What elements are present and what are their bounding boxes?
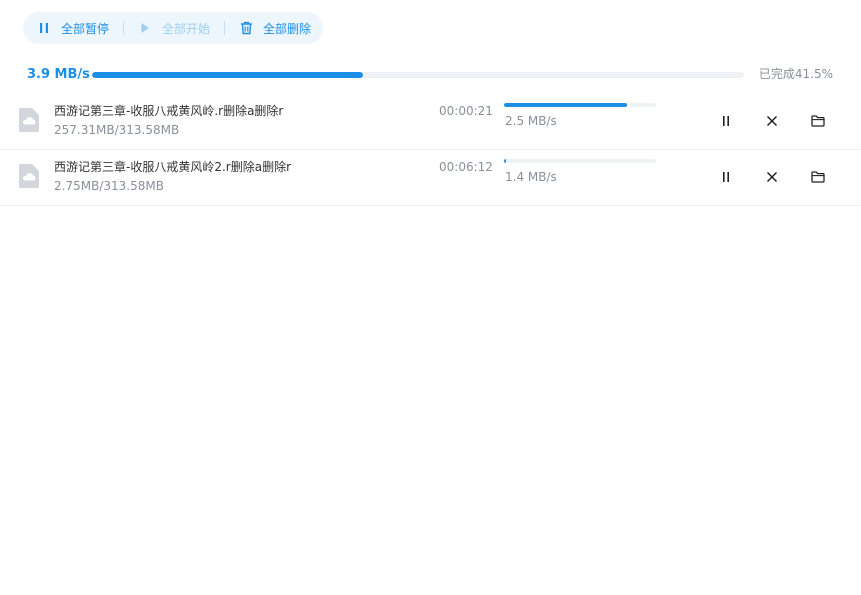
folder-icon	[811, 115, 825, 127]
delete-all-button[interactable]: 全部删除	[239, 20, 311, 37]
overall-progress-track	[92, 72, 744, 78]
task-progress-fill	[504, 103, 628, 107]
task-open-folder-button[interactable]	[810, 169, 826, 185]
pause-all-button[interactable]: 全部暂停	[37, 20, 109, 37]
task-time-left: 00:00:21	[439, 104, 493, 118]
start-all-label: 全部开始	[162, 21, 211, 36]
task-file-size: 2.75MB/313.58MB	[54, 179, 164, 193]
pause-all-label: 全部暂停	[61, 21, 110, 36]
task-cancel-button[interactable]	[764, 113, 780, 129]
pause-icon	[37, 21, 51, 35]
folder-icon	[811, 171, 825, 183]
task-row: 西游记第三章-收服八戒黄风岭.r删除a删除r 257.31MB/313.58MB…	[0, 94, 861, 150]
batch-toolbar: 全部暂停 全部开始 全部删除	[23, 12, 324, 44]
delete-all-label: 全部删除	[263, 21, 312, 36]
close-icon	[766, 115, 778, 127]
task-time-left: 00:06:12	[439, 160, 493, 174]
task-progress-fill	[504, 159, 506, 163]
pause-icon	[723, 172, 729, 182]
task-open-folder-button[interactable]	[810, 113, 826, 129]
trash-icon	[239, 21, 253, 35]
task-file-name: 西游记第三章-收服八戒黄风岭.r删除a删除r	[54, 104, 284, 118]
overall-progress-fill	[92, 72, 363, 78]
task-progress-track	[504, 159, 656, 163]
toolbar-divider	[224, 21, 226, 35]
task-progress-track	[504, 103, 656, 107]
task-pause-button[interactable]	[718, 113, 734, 129]
overall-speed: 3.9 MB/s	[27, 67, 90, 82]
task-cancel-button[interactable]	[764, 169, 780, 185]
task-file-size: 257.31MB/313.58MB	[54, 123, 180, 137]
start-all-button[interactable]: 全部开始	[138, 20, 210, 37]
task-speed: 2.5 MB/s	[505, 114, 557, 128]
overall-status-text: 已完成41.5%	[758, 67, 833, 81]
toolbar-divider	[123, 21, 125, 35]
cloud-file-icon	[19, 108, 39, 132]
download-manager: 全部暂停 全部开始 全部删除 3.9 MB/s 已完成41.5% 西游记第三章-…	[0, 0, 861, 595]
task-file-name: 西游记第三章-收服八戒黄风岭2.r删除a删除r	[54, 160, 292, 174]
task-row: 西游记第三章-收服八戒黄风岭2.r删除a删除r 2.75MB/313.58MB …	[0, 150, 861, 206]
pause-icon	[723, 116, 729, 126]
play-icon	[138, 21, 152, 35]
task-pause-button[interactable]	[718, 169, 734, 185]
task-speed: 1.4 MB/s	[505, 170, 557, 184]
close-icon	[766, 171, 778, 183]
overall-progress: 3.9 MB/s 已完成41.5%	[27, 66, 833, 84]
cloud-file-icon	[19, 164, 39, 188]
